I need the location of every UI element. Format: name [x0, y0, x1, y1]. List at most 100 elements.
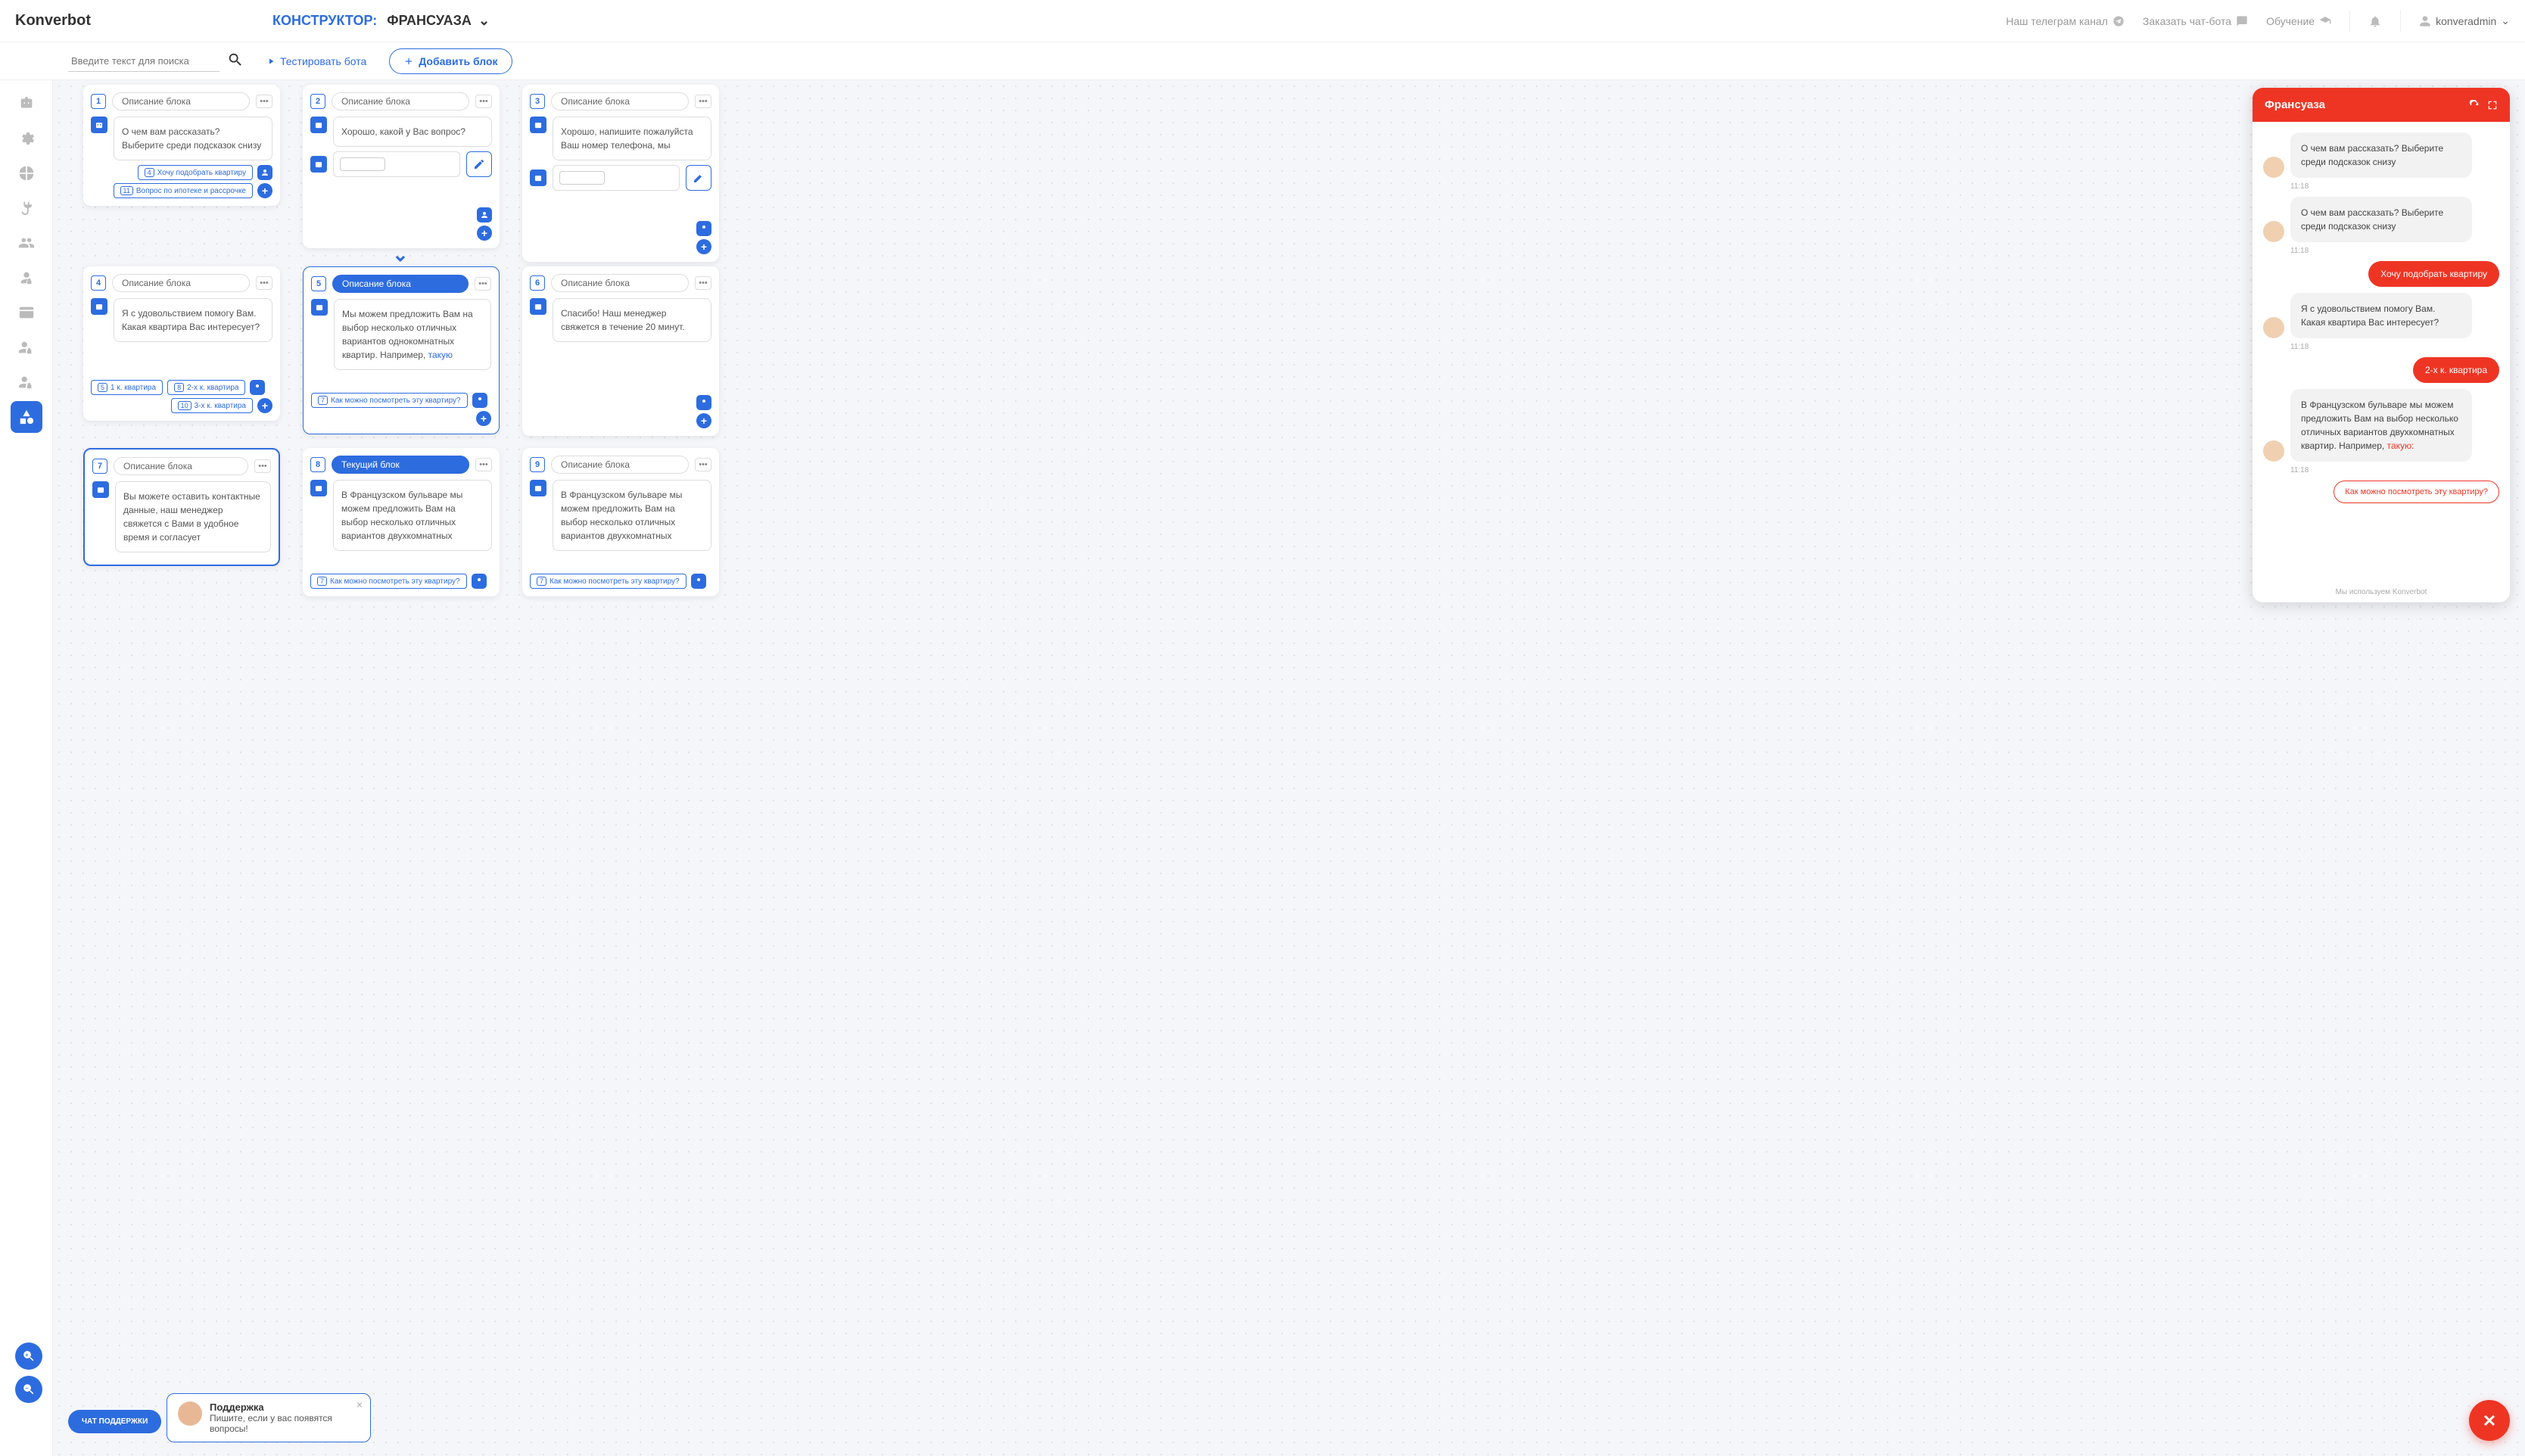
suggestion-chip[interactable]: 11Вопрос по ипотеке и рассрочке [114, 183, 254, 198]
card-menu-button[interactable]: ••• [475, 95, 492, 108]
block-card-3[interactable]: 3Описание блока••• Хорошо, напишите пожа… [522, 85, 719, 262]
block-description[interactable]: Описание блока [112, 92, 250, 110]
pie-icon [18, 165, 35, 182]
bot-icon [91, 117, 107, 133]
app-header: Konverbot КОНСТРУКТОР: ФРАНСУАЗА ⌄ Наш т… [0, 0, 2525, 42]
block-card-9[interactable]: 9Описание блока••• В Французском бульвар… [522, 448, 719, 596]
zoom-in-icon [22, 1349, 36, 1363]
sidebar-builder[interactable] [11, 401, 42, 433]
person-icon [696, 395, 711, 410]
chevron-down-icon: ⌄ [478, 13, 490, 28]
sidebar-settings[interactable] [11, 123, 42, 154]
chat-message: Я с удовольствием помогу Вам. Какая квар… [2290, 293, 2472, 338]
card-menu-button[interactable]: ••• [695, 458, 711, 471]
suggestion-chip[interactable]: 7Как можно посмотреть эту квартиру? [310, 574, 467, 589]
sidebar-access[interactable] [11, 262, 42, 294]
bot-icon [530, 480, 546, 496]
message-text[interactable]: О чем вам рассказать? Выберите среди под… [114, 117, 272, 160]
test-bot-button[interactable]: Тестировать бота [266, 55, 366, 67]
bot-icon [91, 298, 107, 315]
sidebar-integrations[interactable] [11, 192, 42, 224]
page-title[interactable]: КОНСТРУКТОР: ФРАНСУАЗА ⌄ [272, 13, 490, 29]
users-lock-icon [18, 339, 35, 356]
bot-icon [310, 156, 327, 173]
chat-close-button[interactable] [2469, 1400, 2510, 1441]
edit-button[interactable] [686, 165, 711, 191]
sidebar-billing[interactable] [11, 297, 42, 328]
sidebar-stats[interactable] [11, 157, 42, 189]
support-popup: ПоддержкаПишите, если у вас появятся воп… [167, 1393, 371, 1442]
refresh-icon[interactable] [2469, 100, 2480, 110]
input-field[interactable] [333, 151, 460, 177]
add-block-button[interactable]: Добавить блок [389, 48, 512, 74]
suggestion-chip[interactable]: 4Хочу подобрать квартиру [138, 165, 253, 180]
chat-preview-widget: Франсуаза О чем вам рассказать? Выберите… [2253, 88, 2510, 602]
suggestion-chip[interactable]: 103-х к. квартира [171, 398, 253, 413]
block-card-1[interactable]: 1Описание блока••• О чем вам рассказать?… [83, 85, 280, 206]
graduation-icon [2319, 15, 2331, 27]
suggestion-chip[interactable]: 7Как можно посмотреть эту квартиру? [530, 574, 687, 589]
card-icon [18, 304, 35, 321]
chat-icon [2236, 15, 2248, 27]
input-field[interactable] [553, 165, 680, 191]
sidebar-users[interactable] [11, 227, 42, 259]
block-card-2[interactable]: 2Описание блока••• Хорошо, какой у Вас в… [303, 85, 500, 248]
search-button[interactable] [227, 51, 244, 70]
card-menu-button[interactable]: ••• [475, 458, 492, 471]
add-suggestion-button[interactable]: + [696, 239, 711, 254]
add-suggestion-button[interactable]: + [696, 413, 711, 428]
sidebar-roles[interactable] [11, 331, 42, 363]
sidebar-admin[interactable] [11, 366, 42, 398]
block-card-8[interactable]: 8Текущий блок••• В Французском бульваре … [303, 448, 500, 596]
block-card-5[interactable]: 5Описание блока••• Мы можем предложить В… [303, 266, 500, 434]
telegram-link[interactable]: Наш телеграм канал [2006, 15, 2125, 27]
bell-icon[interactable] [2368, 14, 2382, 28]
bot-icon [310, 117, 327, 133]
card-menu-button[interactable]: ••• [254, 459, 271, 473]
telegram-icon [2112, 15, 2125, 27]
bot-icon [92, 481, 109, 498]
plug-icon [18, 200, 35, 216]
chat-body[interactable]: О чем вам рассказать? Выберите среди под… [2253, 122, 2510, 582]
user-menu[interactable]: konveradmin ⌄ [2419, 14, 2510, 27]
card-menu-button[interactable]: ••• [695, 276, 711, 290]
chat-message: О чем вам рассказать? Выберите среди под… [2290, 132, 2472, 178]
avatar [2263, 317, 2284, 338]
card-menu-button[interactable]: ••• [256, 276, 272, 290]
suggestion-chip[interactable]: 51 к. квартира [91, 380, 163, 395]
plus-icon [403, 56, 414, 67]
add-suggestion-button[interactable]: + [476, 411, 491, 426]
block-card-4[interactable]: 4Описание блока••• Я с удовольствием пом… [83, 266, 280, 421]
expand-icon[interactable] [2487, 100, 2498, 110]
suggestion-chip[interactable]: 7Как можно посмотреть эту квартиру? [311, 393, 468, 408]
add-suggestion-button[interactable]: + [257, 398, 272, 413]
add-suggestion-button[interactable]: + [477, 226, 492, 241]
training-link[interactable]: Обучение [2266, 15, 2331, 27]
edit-button[interactable] [466, 151, 492, 177]
chat-footer: Мы используем Konverbot [2253, 582, 2510, 602]
play-icon [266, 57, 276, 66]
chat-suggestion[interactable]: Как можно посмотреть эту квартиру? [2334, 481, 2499, 503]
gears-icon [18, 130, 35, 147]
sidebar-bots[interactable] [11, 88, 42, 120]
card-menu-button[interactable]: ••• [256, 95, 272, 108]
close-icon[interactable]: × [356, 1398, 363, 1411]
bot-icon [310, 480, 327, 496]
block-card-7[interactable]: 7Описание блока••• Вы можете оставить ко… [83, 448, 280, 566]
person-icon [472, 393, 487, 408]
suggestion-chip[interactable]: 82-х к. квартира [167, 380, 245, 395]
zoom-out-button[interactable] [15, 1376, 42, 1403]
shapes-icon [18, 409, 35, 425]
person-icon [257, 165, 272, 180]
support-chat-button[interactable]: ЧАТ ПОДДЕРЖКИ [68, 1410, 161, 1433]
card-menu-button[interactable]: ••• [695, 95, 711, 108]
card-menu-button[interactable]: ••• [475, 277, 491, 291]
block-card-6[interactable]: 6Описание блока••• Спасибо! Наш менеджер… [522, 266, 719, 436]
canvas[interactable]: 1Описание блока••• О чем вам рассказать?… [53, 80, 2525, 1456]
close-icon [2480, 1411, 2499, 1430]
search-input[interactable] [68, 51, 219, 72]
avatar [2263, 440, 2284, 462]
order-link[interactable]: Заказать чат-бота [2143, 15, 2248, 27]
add-suggestion-button[interactable]: + [257, 183, 272, 198]
zoom-in-button[interactable] [15, 1342, 42, 1370]
